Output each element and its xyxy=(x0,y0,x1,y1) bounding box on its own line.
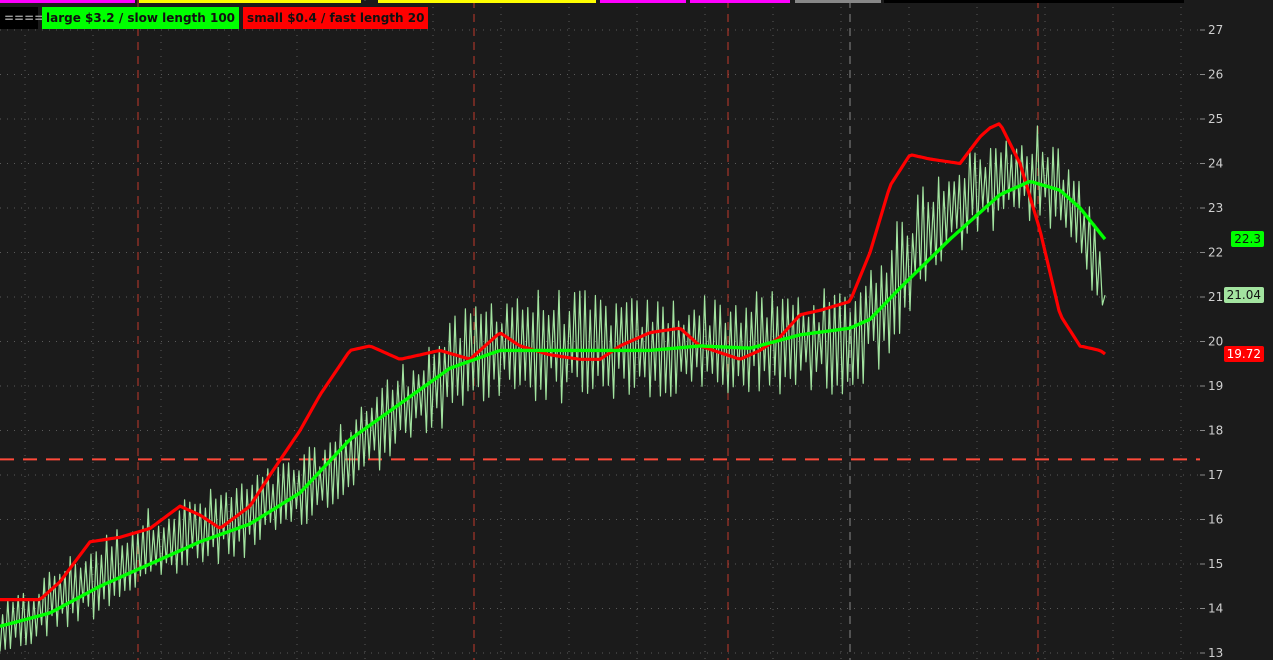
session-markers xyxy=(137,0,1039,660)
series-lines xyxy=(0,122,1107,652)
y-tick-label: 27 xyxy=(1208,23,1223,37)
y-tick-label: 19 xyxy=(1208,379,1223,393)
y-tick-label: 13 xyxy=(1208,646,1223,660)
y-tick-label: 14 xyxy=(1208,602,1223,616)
y-tick-label: 18 xyxy=(1208,424,1223,438)
y-tick-label: 16 xyxy=(1208,513,1223,527)
top-bar-gray xyxy=(795,0,881,3)
price-chart[interactable]: 13 14 15 16 17 18 19 20 21 22 23 24 25 26 27 xyxy=(0,0,1273,660)
fast-value-badge: 19.72 xyxy=(1223,345,1264,362)
top-bar-yellow xyxy=(139,0,361,3)
y-tick-label: 22 xyxy=(1208,246,1223,260)
y-tick-label: 17 xyxy=(1208,468,1223,482)
top-bar-magenta-3 xyxy=(690,0,790,3)
y-tick-label: 24 xyxy=(1208,157,1223,171)
top-bar-black xyxy=(884,0,1184,3)
y-tick-label: 21 xyxy=(1208,290,1223,304)
legend-small-fast[interactable]: small $0.4 / fast length 20 xyxy=(243,7,429,29)
top-bar-yellow-2 xyxy=(378,0,596,3)
y-tick-label: 20 xyxy=(1208,335,1223,349)
price-line xyxy=(0,125,1106,652)
legend-large-slow[interactable]: large $3.2 / slow length 100 xyxy=(42,7,240,29)
slow-value-badge: 22.3 xyxy=(1231,231,1264,248)
y-tick-label: 26 xyxy=(1208,68,1223,82)
price-value-badge: 21.04 xyxy=(1223,287,1264,304)
y-tick-label: 25 xyxy=(1208,112,1223,126)
y-tick-label: 23 xyxy=(1208,201,1223,215)
top-bar-magenta xyxy=(0,0,135,3)
legend-marker: ==== xyxy=(0,7,44,29)
y-axis: 13 14 15 16 17 18 19 20 21 22 23 24 25 26 27 xyxy=(1200,23,1223,660)
y-tick-label: 15 xyxy=(1208,557,1223,571)
top-indicator-strip xyxy=(0,0,1200,3)
top-bar-magenta-2 xyxy=(600,0,686,3)
legend: ==== large $3.2 / slow length 100 small … xyxy=(0,7,429,29)
